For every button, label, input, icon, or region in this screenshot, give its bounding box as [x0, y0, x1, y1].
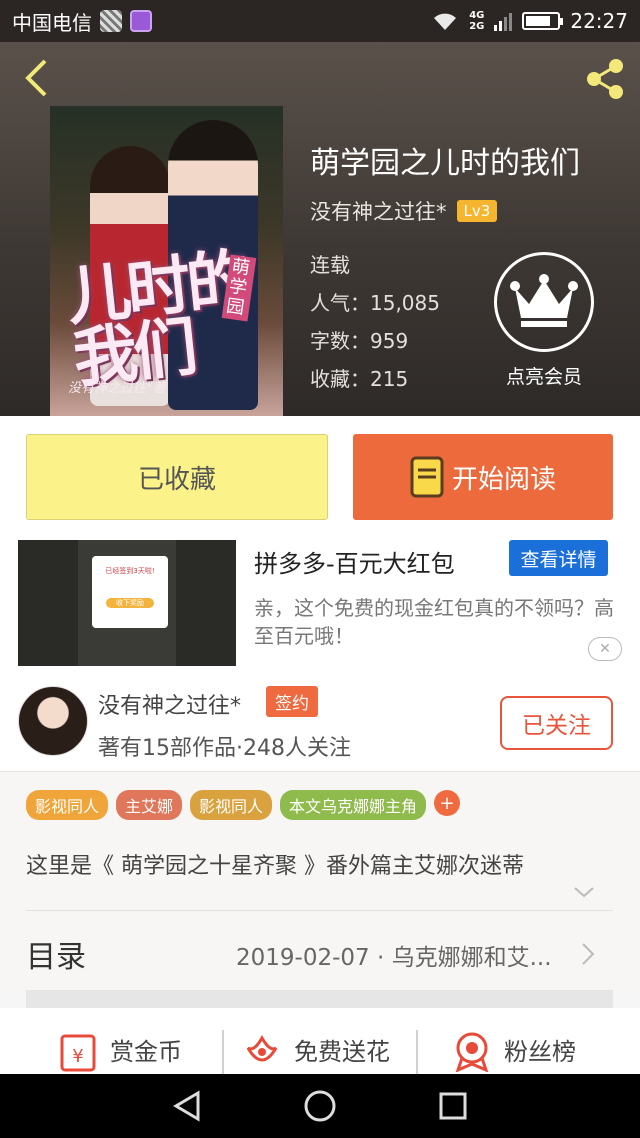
triangle-back-icon — [172, 1090, 200, 1122]
bottom-divider — [416, 1030, 418, 1074]
fan-rank-icon — [455, 1032, 489, 1072]
start-reading-label: 开始阅读 — [451, 464, 556, 495]
reward-coin-button[interactable]: ¥ 赏金币 0 — [56, 1028, 182, 1074]
ad-image-close-icon: ⊗ — [120, 616, 131, 630]
nav-home-button[interactable] — [298, 1084, 342, 1128]
send-flower-button[interactable]: 免费送花 0 — [240, 1028, 390, 1074]
network-type: 4G 2G — [469, 10, 484, 32]
bottom-divider — [222, 1030, 224, 1074]
status-bar: 中国电信 4G 2G 22:27 — [0, 0, 640, 42]
gallery-notification-icon — [130, 10, 152, 32]
avatar[interactable] — [18, 686, 88, 756]
reward-coin-label: 赏金币 — [110, 1038, 182, 1066]
ad-close-button[interactable]: ✕ — [588, 637, 622, 661]
bottom-actions: ¥ 赏金币 0 免费送花 0 粉丝榜 0 — [0, 1008, 640, 1074]
clock: 22:27 — [570, 9, 628, 33]
tag-item[interactable]: 影视同人 — [26, 790, 109, 820]
book-cover[interactable]: 儿时的我们 萌学园 没有神之过往*著 — [50, 106, 283, 416]
book-intro[interactable]: 这里是《 萌学园之十星齐聚 》番外篇主艾娜次迷蒂 — [26, 848, 524, 880]
reward-coin-icon: ¥ — [60, 1034, 96, 1072]
back-button[interactable] — [16, 56, 56, 100]
author-stats: 著有15部作品·248人关注 — [98, 736, 351, 761]
collected-button[interactable]: 已收藏 — [26, 434, 328, 520]
ad-image-left-panel — [18, 540, 78, 666]
ad-title[interactable]: 拼多多-百元大红包 — [254, 544, 455, 579]
toc-label[interactable]: 目录 — [26, 932, 86, 976]
action-bar: 已收藏 开始阅读 — [0, 416, 640, 536]
book-title: 萌学园之儿时的我们 — [310, 146, 580, 181]
circle-home-icon — [304, 1090, 336, 1122]
book-header: 儿时的我们 萌学园 没有神之过往*著 萌学园之儿时的我们 没有神之过往* Lv3… — [0, 42, 640, 416]
header-author-name[interactable]: 没有神之过往* — [310, 196, 447, 226]
vip-button[interactable]: 点亮会员 — [492, 252, 596, 389]
qr-notification-icon — [100, 10, 122, 32]
toc-latest-chapter[interactable]: 2019-02-07 · 乌克娜娜和艾... — [236, 938, 552, 972]
send-flower-label: 免费送花 — [294, 1038, 390, 1066]
ad-banner[interactable]: 已经签到3天啦! 收下奖励 ⊗ 拼多多-百元大红包 查看详情 亲，这个免费的现金… — [0, 536, 640, 672]
tag-item[interactable]: 本文乌克娜娜主角 — [280, 790, 427, 820]
ad-image-card-text: 已经签到3天啦! — [105, 567, 155, 575]
add-tag-button[interactable]: + — [434, 790, 461, 816]
system-navigation-bar — [0, 1074, 640, 1138]
chevron-left-icon — [25, 59, 47, 97]
nav-back-button[interactable] — [165, 1084, 209, 1128]
fan-rank-button[interactable]: 粉丝榜 0 — [450, 1028, 576, 1074]
book-favorites: 收藏：215 — [310, 367, 409, 391]
book-icon — [410, 456, 444, 498]
start-reading-button[interactable]: 开始阅读 — [353, 434, 613, 520]
author-level-badge: Lv3 — [456, 200, 498, 222]
follow-button[interactable]: 已关注 — [500, 696, 613, 750]
share-icon — [587, 59, 623, 99]
book-word-count: 字数：959 — [310, 329, 409, 353]
book-meta: 连载 人气：15,085 字数：959 收藏：215 — [310, 246, 440, 398]
chevron-down-icon — [574, 887, 594, 898]
battery-fill — [526, 16, 551, 26]
signed-badge: 签约 — [266, 686, 318, 717]
square-recents-icon — [439, 1092, 467, 1120]
book-popularity: 人气：15,085 — [310, 291, 440, 315]
cover-author: 没有神之过往*著 — [68, 381, 166, 396]
divider — [26, 910, 613, 911]
crown-icon — [510, 274, 578, 327]
header-author-line: 没有神之过往* Lv3 — [310, 196, 498, 226]
fan-rank-label: 粉丝榜 — [504, 1038, 576, 1066]
ad-detail-button[interactable]: 查看详情 — [509, 540, 608, 576]
wifi-icon — [434, 13, 457, 30]
author-card: 没有神之过往* 签约 著有15部作品·248人关注 已关注 — [0, 672, 640, 772]
network-top-label: 4G — [469, 10, 485, 21]
tag-item[interactable]: 主艾娜 — [116, 790, 183, 820]
flower-icon — [246, 1034, 278, 1062]
book-status: 连载 — [310, 253, 350, 277]
ad-image[interactable]: 已经签到3天啦! 收下奖励 ⊗ — [18, 540, 236, 666]
close-icon: ✕ — [599, 641, 611, 657]
signal-icon — [494, 13, 513, 31]
tag-list: 影视同人 主艾娜 影视同人 本文乌克娜娜主角 + — [26, 790, 461, 820]
carrier-label: 中国电信 — [12, 10, 92, 35]
chevron-right-icon — [582, 943, 595, 965]
battery-icon — [522, 12, 564, 30]
author-name[interactable]: 没有神之过往* — [98, 688, 241, 720]
expand-intro-button[interactable] — [572, 880, 596, 904]
section-separator — [26, 990, 613, 1008]
nav-recents-button[interactable] — [431, 1084, 475, 1128]
ad-image-right-panel — [176, 540, 236, 666]
ad-description: 亲，这个免费的现金红包真的不领吗？高至百元哦！ — [254, 596, 614, 648]
share-button[interactable] — [580, 54, 630, 104]
ad-image-card-prize: 收下奖励 — [106, 598, 154, 608]
tag-item[interactable]: 影视同人 — [190, 790, 273, 820]
book-info: 影视同人 主艾娜 影视同人 本文乌克娜娜主角 + 这里是《 萌学园之十星齐聚 》… — [0, 772, 640, 990]
vip-circle — [494, 252, 594, 352]
vip-label: 点亮会员 — [505, 366, 582, 388]
toc-open-button[interactable] — [578, 940, 598, 968]
network-bottom-label: 2G — [469, 21, 485, 32]
svg-text:¥: ¥ — [72, 1046, 83, 1067]
